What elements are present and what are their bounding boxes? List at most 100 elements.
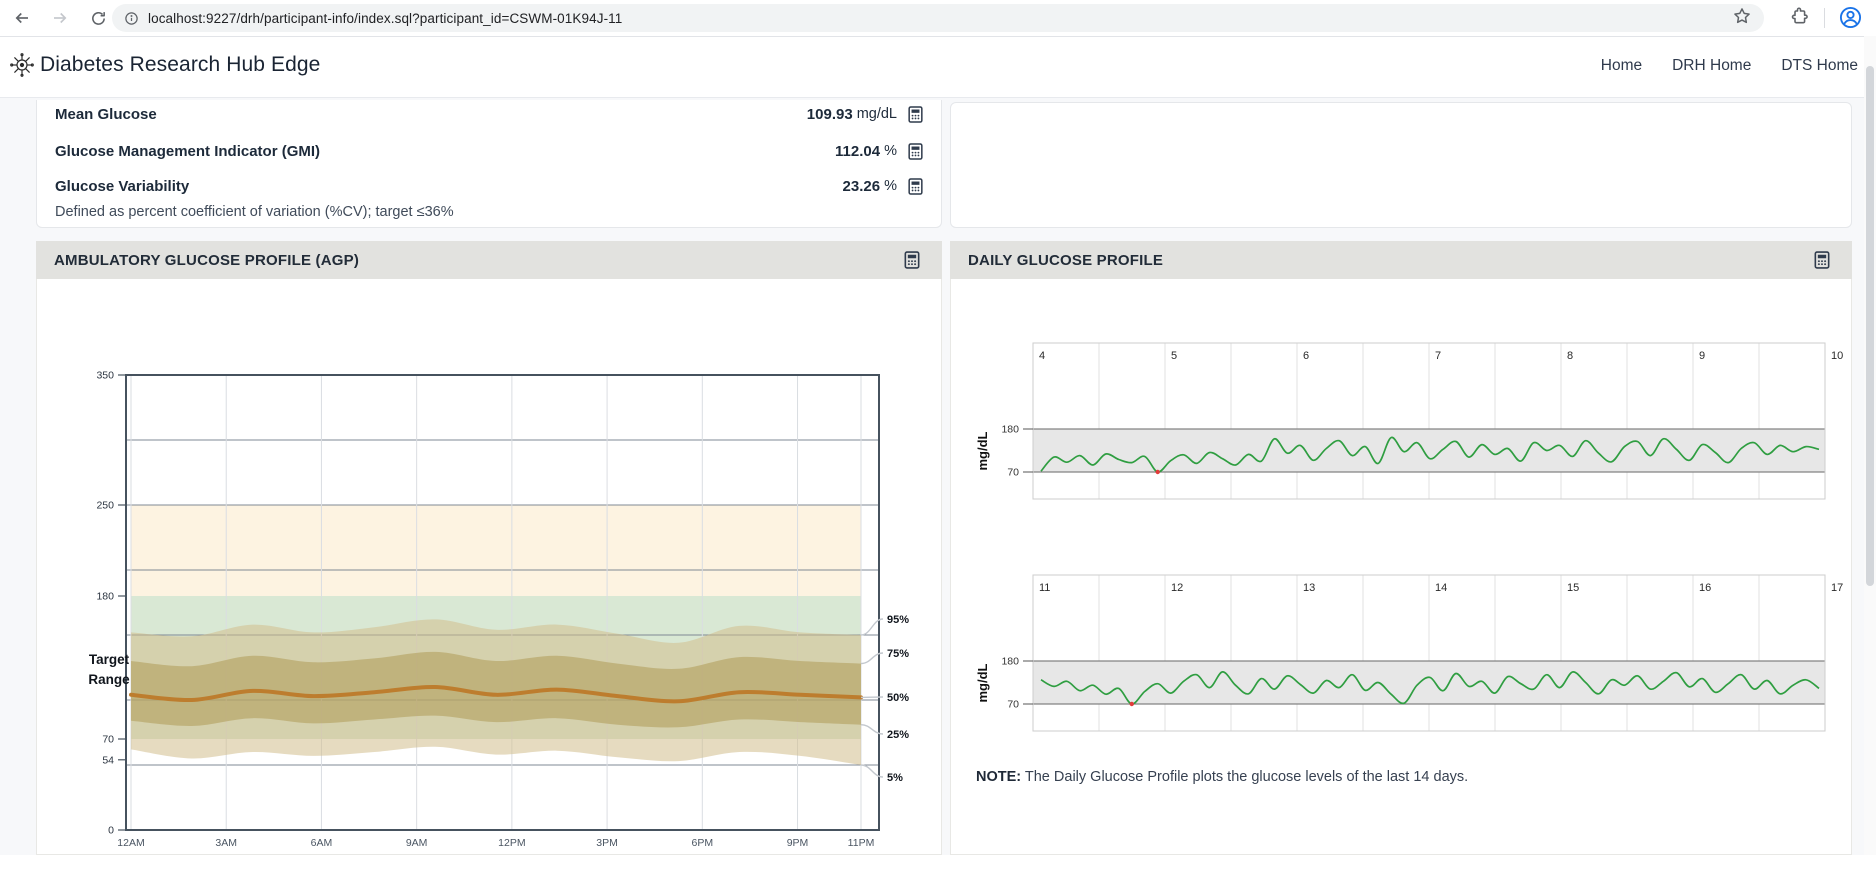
svg-text:3AM: 3AM: [215, 837, 237, 849]
metric-row-gmi: Glucose Management Indicator (GMI) 112.0…: [55, 138, 925, 164]
site-header: Diabetes Research Hub Edge Home DRH Home…: [0, 36, 1876, 98]
svg-text:5%: 5%: [887, 772, 903, 784]
agp-section-title: AMBULATORY GLUCOSE PROFILE (AGP): [54, 251, 360, 269]
svg-text:17: 17: [1831, 582, 1843, 594]
svg-text:6PM: 6PM: [692, 837, 714, 849]
empty-card: [950, 102, 1852, 228]
strip-gridlines: 4 5 6 7 8 9 10: [1032, 343, 1843, 499]
agp-section: AMBULATORY GLUCOSE PROFILE (AGP) 350 250 1…: [36, 241, 942, 855]
svg-text:50%: 50%: [887, 692, 909, 704]
svg-text:70: 70: [1007, 467, 1019, 479]
agp-y-axis-labels: 350 250 180 70 54 0: [96, 370, 126, 837]
metric-value: 109.93: [806, 105, 853, 123]
svg-text:12AM: 12AM: [117, 837, 144, 849]
page-scrollbar[interactable]: [1864, 36, 1876, 855]
svg-text:95%: 95%: [887, 614, 909, 626]
strip-y-axis-title: mg/dL: [975, 663, 990, 702]
glucose-metrics-card: Mean Glucose 109.93 mg/dL Glucose Manage…: [36, 100, 942, 228]
calculator-icon[interactable]: [906, 142, 925, 161]
svg-text:Target: Target: [89, 652, 130, 667]
svg-text:54: 54: [102, 754, 114, 766]
page-title: Diabetes Research Hub Edge: [40, 53, 321, 76]
svg-text:70: 70: [102, 734, 114, 746]
calculator-icon[interactable]: [902, 250, 922, 270]
svg-text:Range: Range: [88, 672, 130, 687]
daily-section-title: DAILY GLUCOSE PROFILE: [968, 251, 1164, 269]
strip-low-glucose-marker: [1155, 469, 1160, 475]
profile-avatar-icon[interactable]: [1838, 5, 1863, 30]
metric-unit: %: [884, 143, 897, 159]
forward-icon[interactable]: [46, 4, 74, 32]
svg-text:15: 15: [1567, 582, 1579, 594]
svg-text:6: 6: [1303, 350, 1309, 362]
svg-text:25%: 25%: [887, 729, 909, 741]
svg-text:12: 12: [1171, 582, 1183, 594]
metric-value: 112.04: [835, 142, 881, 160]
site-info-icon[interactable]: [124, 11, 139, 26]
svg-text:0: 0: [108, 825, 114, 837]
metric-label: Glucose Management Indicator (GMI): [55, 142, 321, 160]
svg-text:16: 16: [1699, 582, 1711, 594]
strip-y-axis-title: mg/dL: [975, 431, 990, 470]
svg-text:70: 70: [1007, 699, 1019, 711]
daily-note-label: NOTE:: [976, 769, 1022, 785]
svg-text:4: 4: [1039, 350, 1045, 362]
nav-drh-home[interactable]: DRH Home: [1672, 57, 1751, 75]
agp-section-header: AMBULATORY GLUCOSE PROFILE (AGP): [36, 241, 942, 279]
metric-unit: mg/dL: [856, 106, 897, 122]
svg-text:14: 14: [1435, 582, 1447, 594]
reload-icon[interactable]: [84, 4, 112, 32]
svg-text:180: 180: [96, 591, 114, 603]
strip-y-axis: 180 70: [1001, 655, 1033, 711]
daily-strip-2-chart: 11 12 13 14 15 16 17 180 70 mg/dL: [975, 574, 1843, 732]
svg-text:250: 250: [96, 500, 114, 512]
daily-section-body: 4 5 6 7 8 9 10 180 70 mg/dL 11 12 13 14 15 16 17 180 70 mg…: [950, 279, 1852, 855]
main-nav: Home DRH Home DTS Home: [1601, 57, 1858, 75]
calculator-icon[interactable]: [906, 177, 925, 196]
calculator-icon[interactable]: [906, 105, 925, 124]
svg-text:13: 13: [1303, 582, 1315, 594]
address-bar[interactable]: localhost:9227/drh/participant-info/inde…: [112, 4, 1764, 32]
metric-label: Mean Glucose: [55, 105, 157, 123]
svg-text:11PM: 11PM: [848, 837, 875, 849]
calculator-icon[interactable]: [1812, 250, 1832, 270]
toolbar-divider: [1824, 8, 1825, 28]
variability-footnote: Defined as percent coefficient of variat…: [55, 204, 454, 220]
svg-text:3PM: 3PM: [596, 837, 618, 849]
daily-glucose-section: DAILY GLUCOSE PROFILE 4 5 6 7 8 9 10 180 70 mg/dL…: [950, 241, 1852, 855]
page-content: Mean Glucose 109.93 mg/dL Glucose Manage…: [0, 97, 1876, 855]
metric-row-mean-glucose: Mean Glucose 109.93 mg/dL: [55, 101, 925, 127]
strip-y-axis: 180 70: [1001, 423, 1033, 479]
browser-toolbar: localhost:9227/drh/participant-info/inde…: [0, 0, 1876, 37]
svg-text:350: 350: [96, 370, 114, 382]
daily-section-header: DAILY GLUCOSE PROFILE: [950, 241, 1852, 279]
svg-text:9AM: 9AM: [406, 837, 428, 849]
svg-text:9: 9: [1699, 350, 1705, 362]
agp-band-25-75: [131, 651, 861, 728]
nav-home[interactable]: Home: [1601, 57, 1642, 75]
metric-row-glucose-variability: Glucose Variability 23.26 %: [55, 173, 925, 199]
agp-section-body: 350 250 180 70 54 0 12AM 3AM 6AM 9AM 12PM 3PM 6PM 9PM…: [36, 279, 942, 855]
scrollbar-thumb[interactable]: [1866, 66, 1874, 586]
metric-value: 23.26: [842, 177, 881, 195]
nav-dts-home[interactable]: DTS Home: [1781, 57, 1858, 75]
svg-text:75%: 75%: [887, 648, 909, 660]
agp-x-axis-labels: 12AM 3AM 6AM 9AM 12PM 3PM 6PM 9PM 11PM: [117, 837, 874, 849]
daily-strip-1-chart: 4 5 6 7 8 9 10 180 70 mg/dL: [975, 342, 1843, 500]
url-text[interactable]: localhost:9227/drh/participant-info/inde…: [148, 11, 622, 26]
app-logo-microbe-icon: [10, 53, 34, 77]
svg-text:8: 8: [1567, 350, 1573, 362]
agp-percentile-labels: 95% 75% 50% 25% 5%: [860, 614, 909, 784]
agp-target-range-label: Target Range: [88, 652, 130, 687]
agp-chart: 350 250 180 70 54 012AM 3AM 6AM 9AM 12PM 3PM 6PM 9PM…: [88, 370, 909, 850]
svg-text:10: 10: [1831, 350, 1843, 362]
svg-text:180: 180: [1001, 423, 1019, 435]
extensions-icon[interactable]: [1790, 6, 1810, 26]
svg-text:6AM: 6AM: [311, 837, 333, 849]
svg-text:9PM: 9PM: [787, 837, 809, 849]
daily-note-text: The Daily Glucose Profile plots the gluc…: [1024, 769, 1469, 785]
back-icon[interactable]: [8, 4, 36, 32]
bookmark-star-icon[interactable]: [1732, 6, 1752, 26]
metric-label: Glucose Variability: [55, 177, 190, 195]
daily-note: NOTE: The Daily Glucose Profile plots th…: [976, 769, 1468, 785]
